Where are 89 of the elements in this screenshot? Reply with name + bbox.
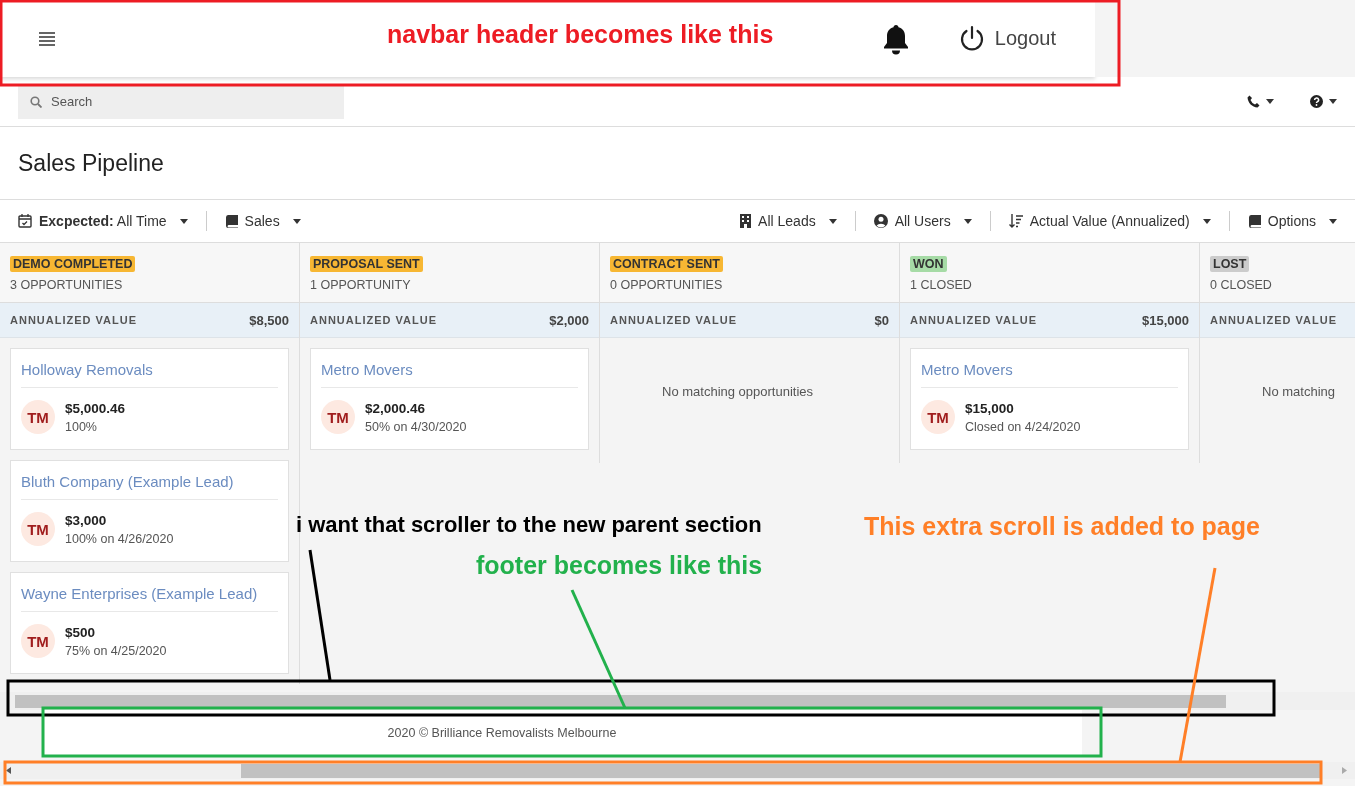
search-icon — [30, 95, 42, 108]
caret-icon — [1329, 99, 1337, 104]
stage-badge: LOST — [1210, 256, 1250, 272]
empty-message: No matching opportunities — [662, 384, 814, 399]
deal-title-link[interactable]: Metro Movers — [921, 361, 1013, 387]
power-icon — [958, 24, 985, 53]
opportunity-count: 0 OPPORTUNITIES — [610, 278, 724, 292]
value-amount: $8,500 — [249, 312, 289, 328]
filter-dropdown[interactable]: All Users — [863, 213, 982, 229]
phone-icon — [1247, 95, 1260, 108]
deal-title-link[interactable]: Bluth Company (Example Lead) — [21, 473, 234, 499]
annotation-text: footer becomes like this — [476, 551, 763, 580]
filter-label: Actual Value (Annualized) — [1029, 213, 1190, 229]
value-label: ANNUALIZED VALUE — [1210, 314, 1337, 326]
filter-label: Options — [1267, 213, 1316, 229]
value-label: ANNUALIZED VALUE — [610, 314, 737, 326]
value-amount: $15,000 — [1142, 312, 1189, 328]
stage-badge: PROPOSAL SENT — [310, 256, 423, 272]
annotation-text: i want that scroller to the new parent section — [296, 512, 762, 538]
stage-badge: WON — [910, 256, 947, 272]
opportunity-count: 1 OPPORTUNITY — [310, 278, 412, 292]
scroll-left-icon[interactable] — [6, 767, 11, 774]
user-circle-icon — [873, 214, 888, 228]
deal-title-link[interactable]: Wayne Enterprises (Example Lead) — [21, 585, 258, 611]
caret-icon — [292, 218, 301, 224]
opportunity-count: 1 CLOSED — [910, 278, 973, 292]
horizontal-scrollbar[interactable] — [0, 692, 1355, 710]
deal-detail: Closed on 4/24/2020 — [965, 419, 1081, 434]
filter-dropdown[interactable]: Excpected: All Time — [8, 213, 198, 229]
deal-detail: 100% — [65, 419, 97, 434]
caret-icon — [1329, 218, 1337, 224]
calendar-icon — [18, 214, 32, 228]
menu-icon — [39, 31, 55, 46]
deal-amount: $500 — [65, 624, 96, 640]
caret-icon — [179, 218, 188, 224]
page-title: Sales Pipeline — [18, 149, 164, 177]
annotation-text: This extra scroll is added to page — [864, 512, 1260, 541]
opportunity-count: 0 CLOSED — [1210, 278, 1273, 292]
caret-icon — [828, 218, 837, 224]
help-icon — [1310, 95, 1323, 108]
filter-label: Excpected: All Time — [39, 213, 167, 229]
value-amount: $0 — [874, 312, 889, 328]
deal-detail: 100% on 4/26/2020 — [65, 531, 174, 546]
sort-icon — [1008, 214, 1023, 228]
avatar: TM — [21, 400, 55, 434]
value-label: ANNUALIZED VALUE — [10, 314, 137, 326]
deal-card[interactable]: Metro Movers TM $15,000 Closed on 4/24/2020 — [910, 348, 1189, 450]
empty-message: No matching — [1262, 384, 1335, 399]
stage-badge: CONTRACT SENT — [610, 256, 723, 272]
filter-label: Sales — [244, 213, 280, 229]
copyright-text: 2020 © Brilliance Removalists Melbourne — [387, 726, 617, 740]
logout-button[interactable]: Logout — [954, 20, 1060, 57]
annotation-text: navbar header becomes like this — [387, 20, 774, 49]
deal-title-link[interactable]: Metro Movers — [321, 361, 413, 387]
filter-dropdown[interactable]: Sales — [214, 213, 311, 229]
filter-dropdown[interactable]: Actual Value (Annualized) — [998, 213, 1221, 229]
stage-badge: DEMO COMPLETED — [10, 256, 136, 272]
help-button[interactable] — [1310, 95, 1337, 108]
value-label: ANNUALIZED VALUE — [310, 314, 437, 326]
filter-dropdown[interactable]: Options — [1237, 213, 1347, 229]
avatar: TM — [921, 400, 955, 434]
caret-icon — [963, 218, 972, 224]
deal-card[interactable]: Metro Movers TM $2,000.46 50% on 4/30/2020 — [310, 348, 589, 450]
deal-title-link[interactable]: Holloway Removals — [21, 361, 153, 387]
deal-amount: $3,000 — [65, 512, 107, 528]
avatar: TM — [21, 512, 55, 546]
value-amount: $2,000 — [549, 312, 589, 328]
book-icon — [224, 214, 238, 228]
book-icon — [1247, 214, 1261, 228]
building-icon — [740, 214, 752, 228]
caret-icon — [1266, 99, 1274, 104]
caret-icon — [1202, 218, 1211, 224]
avatar: TM — [321, 400, 355, 434]
phone-button[interactable] — [1247, 95, 1274, 108]
deal-detail: 75% on 4/25/2020 — [65, 643, 167, 658]
deal-amount: $5,000.46 — [65, 400, 126, 416]
filter-label: All Leads — [758, 213, 816, 229]
filter-label: All Users — [894, 213, 951, 229]
avatar: TM — [21, 624, 55, 658]
deal-detail: 50% on 4/30/2020 — [365, 419, 467, 434]
value-label: ANNUALIZED VALUE — [910, 314, 1037, 326]
filter-dropdown[interactable]: All Leads — [730, 213, 847, 229]
deal-card[interactable]: Bluth Company (Example Lead) TM $3,000 100% on 4/26/2020 — [10, 460, 289, 562]
deal-card[interactable]: Holloway Removals TM $5,000.46 100% — [10, 348, 289, 450]
deal-card[interactable]: Wayne Enterprises (Example Lead) TM $500 75% on 4/25/2020 — [10, 572, 289, 674]
opportunity-count: 3 OPPORTUNITIES — [10, 278, 124, 292]
deal-amount: $15,000 — [965, 400, 1014, 416]
scrollbar-thumb[interactable] — [15, 694, 1226, 708]
deal-amount: $2,000.46 — [365, 400, 426, 416]
